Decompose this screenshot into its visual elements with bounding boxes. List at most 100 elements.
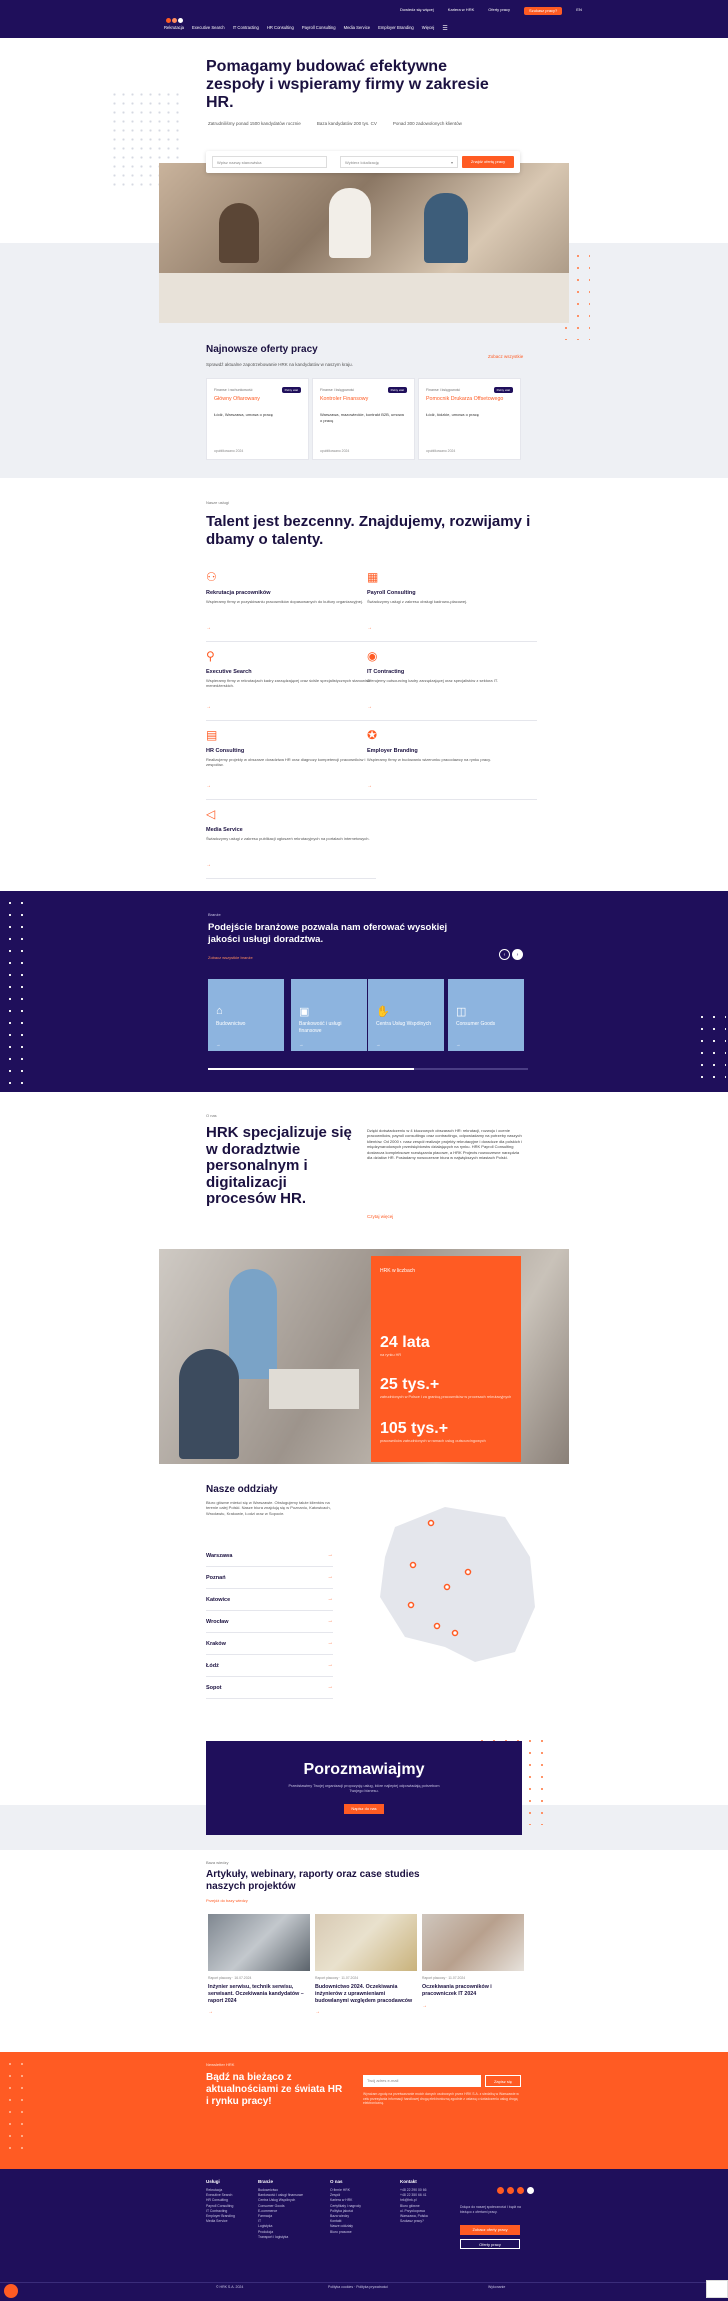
service-it-contracting[interactable]: ◉ IT Contracting Oferujemy outsourcing k… bbox=[367, 649, 537, 721]
service-desc: Realizujemy projekty w obszarze doradztw… bbox=[206, 757, 366, 768]
article-card[interactable]: Raport płacowy · 11.07.2024 Budownictwo … bbox=[315, 1914, 417, 2015]
about-title: HRK specjalizuje się w doradztwie person… bbox=[206, 1124, 352, 1207]
footer-heading: O nas bbox=[330, 2179, 343, 2184]
article-image bbox=[315, 1914, 417, 1971]
find-job-button[interactable]: Znajdź ofertę pracy bbox=[462, 156, 514, 168]
nav-item-more[interactable]: Więcej bbox=[422, 25, 435, 32]
decorative-dots-left bbox=[4, 897, 28, 1087]
instagram-icon[interactable] bbox=[517, 2187, 524, 2194]
branch-item[interactable]: Kraków → bbox=[206, 1634, 333, 1655]
chat-widget-button[interactable] bbox=[4, 2284, 18, 2298]
footer-job-offers-button[interactable]: Zobacz oferty pracy bbox=[460, 2225, 520, 2235]
carousel-prev-button[interactable]: ‹ bbox=[499, 949, 510, 960]
service-executive-search[interactable]: ⚲ Executive Search Wspieramy firmy w rek… bbox=[206, 649, 376, 721]
hero-stat-recruited: Zatrudniliśmy ponad 1500 kandydatów rocz… bbox=[208, 121, 301, 126]
industries-title: Podejście branżowe pozwala nam oferować … bbox=[208, 922, 448, 945]
footer-legal-links[interactable]: Polityka cookies · Polityka prywatności bbox=[328, 2285, 388, 2289]
map-pin-krakow bbox=[451, 1629, 459, 1637]
footer-cta-text: Dołącz do naszej społeczności i bądź na … bbox=[460, 2205, 521, 2214]
nav-item-it-contracting[interactable]: IT Contracting bbox=[233, 25, 259, 32]
branch-item[interactable]: Poznań → bbox=[206, 1568, 333, 1589]
nav-item-recruitment[interactable]: Rekrutacja bbox=[164, 25, 184, 32]
location-select[interactable]: Wybierz lokalizację ▾ bbox=[340, 156, 458, 168]
service-name: HR Consulting bbox=[206, 748, 245, 754]
see-all-industries-link[interactable]: Zobacz wszystkie branże bbox=[208, 955, 253, 960]
branch-item[interactable]: Katowice → bbox=[206, 1590, 333, 1611]
service-desc: Świadczymy usługi z zakresu publikacji o… bbox=[206, 836, 370, 841]
footer-link[interactable]: Szukasz pracy? bbox=[400, 2219, 428, 2224]
offer-card[interactable]: Finanse i rachunkowość Pełny etat Główny… bbox=[206, 378, 309, 460]
linkedin-icon[interactable] bbox=[507, 2187, 514, 2194]
looking-for-job-button[interactable]: Szukasz pracy? bbox=[524, 7, 563, 15]
nav-item-media-service[interactable]: Media Service bbox=[344, 25, 371, 32]
knowledge-base-link[interactable]: Przejdź do bazy wiedzy bbox=[206, 1898, 248, 1903]
service-name: Payroll Consulting bbox=[367, 590, 416, 596]
industry-card[interactable]: ⌂ Budownictwo → bbox=[208, 979, 284, 1051]
arrow-right-icon: → bbox=[327, 1552, 334, 1558]
nav-item-employer-branding[interactable]: Employer Branding bbox=[378, 25, 414, 32]
write-to-us-button[interactable]: Napisz do nas bbox=[344, 1804, 384, 1814]
arrow-right-icon: → bbox=[208, 2009, 213, 2016]
service-hr-consulting[interactable]: ▤ HR Consulting Realizujemy projekty w o… bbox=[206, 728, 376, 800]
industry-card[interactable]: ▣ Bankowość i usługi finansowe → bbox=[291, 979, 367, 1051]
article-meta: Raport płacowy · 11.07.2024 bbox=[315, 1976, 359, 1980]
nav-item-payroll-consulting[interactable]: Payroll Consulting bbox=[302, 25, 336, 32]
offer-card[interactable]: Finanse i księgowość Pełny etat Kontrole… bbox=[312, 378, 415, 460]
footer-link[interactable]: Transport i logistyka bbox=[258, 2235, 303, 2240]
read-more-link[interactable]: Czytaj więcej bbox=[367, 1214, 393, 1219]
branch-item[interactable]: Łódź → bbox=[206, 1656, 333, 1677]
service-name: Employer Branding bbox=[367, 748, 418, 754]
see-all-offers-link[interactable]: Zobacz wszystkie bbox=[488, 354, 523, 359]
branch-item[interactable]: Wrocław → bbox=[206, 1612, 333, 1633]
stat-value: 24 lata bbox=[380, 1334, 430, 1351]
footer-heading: Branże bbox=[258, 2179, 274, 2184]
hrk-logo[interactable] bbox=[166, 10, 186, 23]
arrow-right-icon: → bbox=[327, 1618, 334, 1624]
offer-location: Łódź, łódzkie, umowa o pracę bbox=[426, 412, 479, 417]
footer-column-industries: Branże Budownictwo Bankowość i usługi fi… bbox=[258, 2179, 303, 2240]
arrow-right-icon: → bbox=[327, 1574, 334, 1580]
nav-item-executive-search[interactable]: Executive Search bbox=[192, 25, 225, 32]
hero-team-photo bbox=[159, 163, 569, 323]
youtube-icon[interactable] bbox=[527, 2187, 534, 2194]
offer-card[interactable]: Finanse i księgowość Pełny etat Pomocnik… bbox=[418, 378, 521, 460]
subscribe-button[interactable]: Zapisz się bbox=[485, 2075, 521, 2087]
carousel-next-button[interactable]: › bbox=[512, 949, 523, 960]
arrow-right-icon: → bbox=[206, 704, 211, 710]
stat-value: 25 tys.+ bbox=[380, 1376, 440, 1393]
article-meta: Raport płacowy · 16.07.2024 bbox=[208, 1976, 252, 1980]
service-payroll[interactable]: ▦ Payroll Consulting Świadczymy usługi z… bbox=[367, 570, 537, 642]
service-employer-branding[interactable]: ✪ Employer Branding Wspieramy firmy w bu… bbox=[367, 728, 537, 800]
offer-category: Finanse i księgowość bbox=[320, 388, 355, 392]
top-link-job-offers[interactable]: Oferty pracy bbox=[488, 7, 510, 15]
newsletter-email-input[interactable]: Twój adres e-mail bbox=[363, 2075, 481, 2087]
job-title-input[interactable]: Wpisz nazwę stanowiska bbox=[212, 156, 327, 168]
service-desc: Wspieramy firmy w budowaniu wizerunku pr… bbox=[367, 757, 491, 762]
article-card[interactable]: Raport płacowy · 11.07.2024 Oczekiwania … bbox=[422, 1914, 524, 2009]
award-icon: ✪ bbox=[367, 728, 378, 742]
footer-link[interactable]: Biuro prasowe bbox=[330, 2230, 361, 2235]
facebook-icon[interactable] bbox=[497, 2187, 504, 2194]
article-title: Oczekiwania pracowników i pracowniczek I… bbox=[422, 1984, 492, 1997]
top-link-learn-more[interactable]: Dowiedz się więcej bbox=[400, 7, 434, 15]
branch-item[interactable]: Sopot → bbox=[206, 1678, 333, 1699]
service-recruitment[interactable]: ⚇ Rekrutacja pracowników Wspieramy firmy… bbox=[206, 570, 376, 642]
footer-link[interactable]: Media Service bbox=[206, 2219, 235, 2224]
article-card[interactable]: Raport płacowy · 16.07.2024 Inżynier ser… bbox=[208, 1914, 310, 2015]
footer-offers-button[interactable]: Oferty pracy bbox=[460, 2239, 520, 2249]
about-text: Dzięki doświadczeniu w 4 kluczowych obsz… bbox=[367, 1128, 522, 1161]
industry-card[interactable]: ◫ Consumer Goods → bbox=[448, 979, 524, 1051]
megaphone-icon: ◁ bbox=[206, 807, 216, 821]
hamburger-menu-icon[interactable]: ☰ bbox=[442, 25, 447, 32]
service-media[interactable]: ◁ Media Service Świadczymy usługi z zakr… bbox=[206, 807, 376, 879]
language-switch[interactable]: EN bbox=[576, 7, 582, 15]
nav-item-hr-consulting[interactable]: HR Consulting bbox=[267, 25, 294, 32]
newsletter-section: Newsletter HRK Bądź na bieżąco z aktualn… bbox=[0, 2052, 728, 2169]
offer-location: Warszawa, mazowieckie, kontrakt B2B, umo… bbox=[320, 412, 404, 423]
arrow-right-icon: → bbox=[216, 1042, 221, 1047]
footer-column-contact: Kontakt +48 22 290 00 66 +48 22 350 66 4… bbox=[400, 2179, 428, 2224]
top-link-career[interactable]: Kariera w HRK bbox=[448, 7, 474, 15]
industry-card[interactable]: ✋ Centra Usług Wspólnych → bbox=[368, 979, 444, 1051]
branch-item[interactable]: Warszawa → bbox=[206, 1546, 333, 1567]
service-desc: Oferujemy outsourcing kadry zarządzające… bbox=[367, 678, 498, 683]
